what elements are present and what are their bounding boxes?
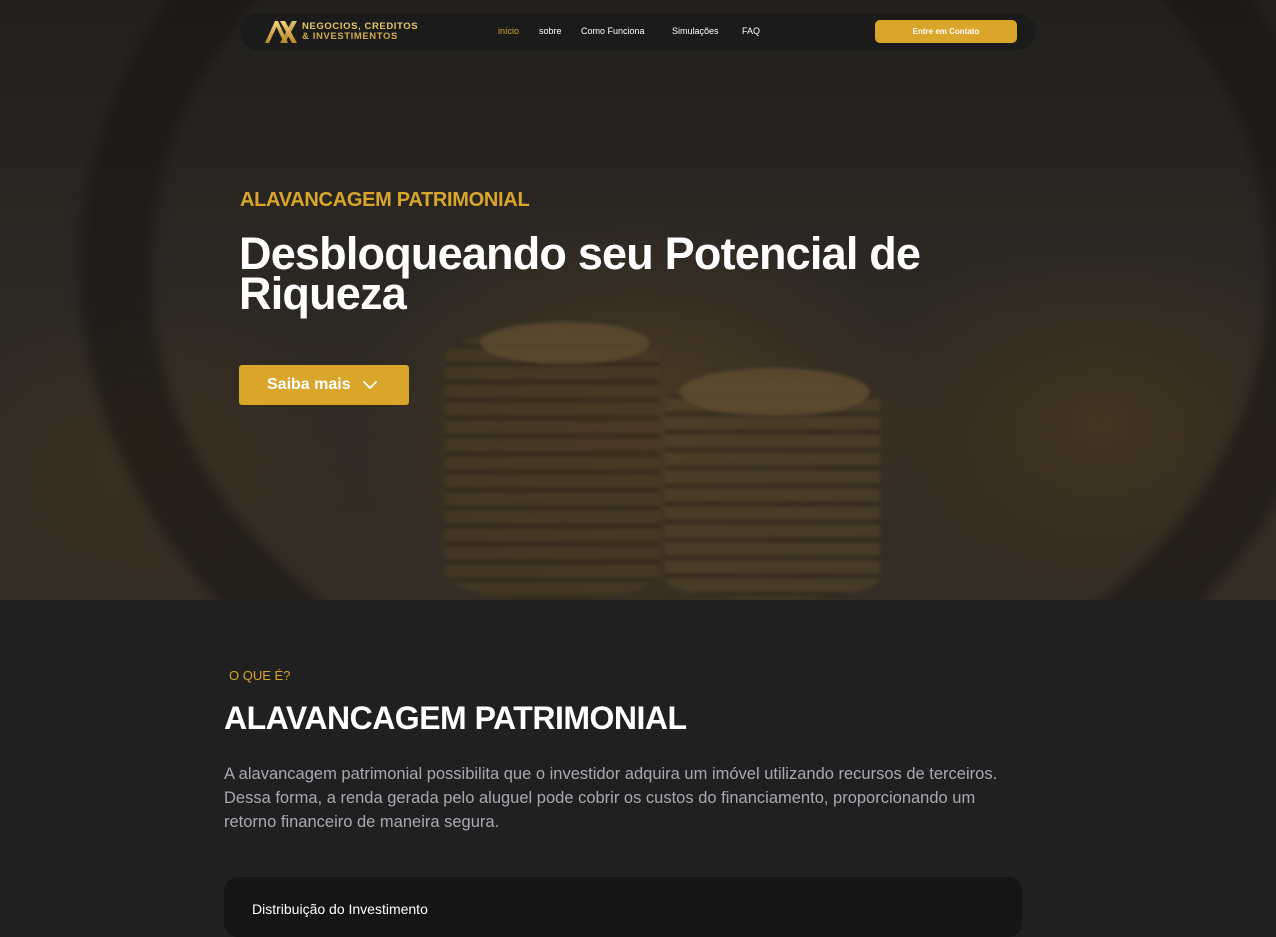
logo-mark-icon — [265, 21, 297, 43]
nav-link-inicio[interactable]: início — [498, 26, 519, 36]
top-navbar: NEGÓCIOS, CRÉDITOS & INVESTIMENTOS iníci… — [240, 13, 1036, 50]
investment-distribution-card: Distribuição do Investimento — [224, 877, 1022, 937]
section-description: A alavancagem patrimonial possibilita qu… — [224, 765, 998, 831]
brand-name-line2: & INVESTIMENTOS — [302, 30, 398, 42]
section-eyebrow: O QUE É? — [229, 668, 291, 683]
nav-link-como-funciona[interactable]: Como Funciona — [581, 26, 645, 36]
card-title: Distribuição do Investimento — [252, 901, 428, 917]
nav-link-faq[interactable]: FAQ — [742, 26, 760, 36]
section-title: ALAVANCAGEM PATRIMONIAL — [224, 700, 687, 736]
hero-title: Desbloqueando seu Potencial de Riqueza — [239, 228, 921, 319]
brand-logo[interactable]: NEGÓCIOS, CRÉDITOS & INVESTIMENTOS — [264, 19, 418, 44]
nav-link-simulacoes[interactable]: Simulações — [672, 26, 719, 36]
brand-name: NEGÓCIOS, CRÉDITOS & INVESTIMENTOS — [302, 22, 418, 42]
learn-more-button[interactable]: Saiba mais — [239, 365, 409, 405]
chevron-down-icon — [362, 381, 377, 389]
brand-name-line1: NEGÓCIOS, CRÉDITOS — [302, 20, 419, 32]
hero-eyebrow: ALAVANCAGEM PATRIMONIAL — [240, 189, 530, 211]
nav-link-sobre[interactable]: sobre — [539, 26, 562, 36]
contact-button[interactable]: Entre em Contato — [875, 20, 1017, 43]
learn-more-label: Saiba mais — [267, 376, 351, 393]
